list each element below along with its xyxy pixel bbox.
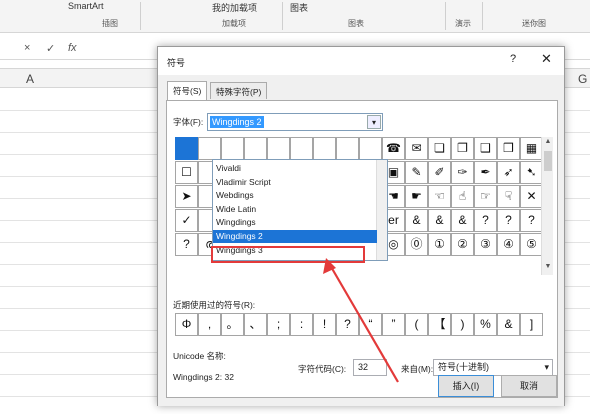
- annotation-arrow: [323, 258, 399, 383]
